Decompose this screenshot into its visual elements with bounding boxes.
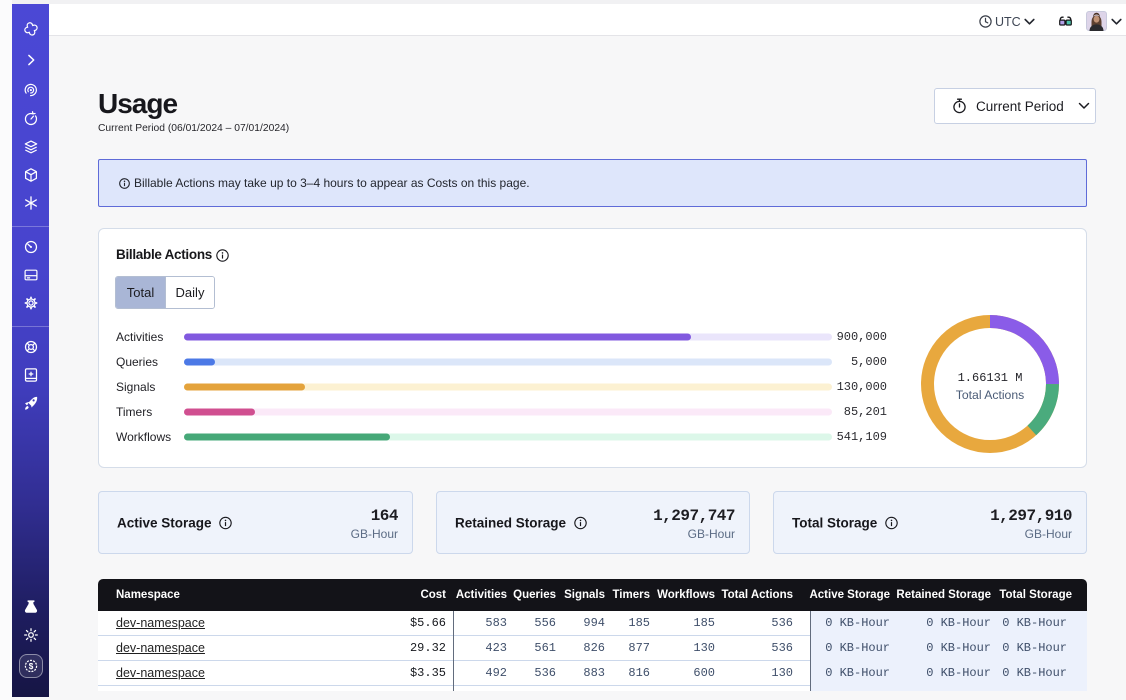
svg-text:$: $ — [28, 662, 33, 671]
